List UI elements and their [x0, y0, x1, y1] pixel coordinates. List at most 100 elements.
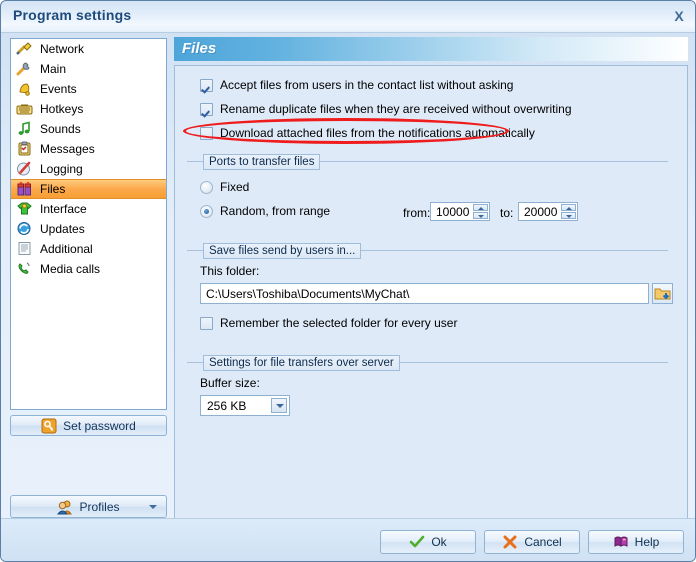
help-button[interactable]: Help [588, 530, 684, 554]
keyboard-icon [16, 101, 34, 117]
group-title-save-files: Save files send by users in... [203, 243, 361, 259]
chevron-down-icon[interactable] [271, 398, 287, 413]
group-divider-left [187, 250, 203, 251]
group-divider-right [340, 250, 668, 251]
wrench-icon [16, 61, 34, 77]
chevron-down-icon [149, 505, 157, 509]
group-divider-right [308, 161, 668, 162]
x-cross-icon [502, 534, 518, 550]
radio-random-range-label: Random, from range [220, 204, 330, 218]
checkbox-rename-duplicates[interactable] [200, 103, 213, 116]
sidebar-item-label: Updates [40, 222, 85, 236]
port-to-stepper[interactable]: 20000 [518, 202, 578, 221]
ok-label: Ok [431, 535, 446, 549]
checkbox-row-rename-duplicates[interactable]: Rename duplicate files when they are rec… [200, 102, 572, 116]
files-settings-panel: Accept files from users in the contact l… [174, 65, 688, 519]
panel-title: Files [182, 40, 216, 57]
checkbox-accept-files[interactable] [200, 79, 213, 92]
to-label: to: [500, 206, 513, 220]
radio-fixed-label: Fixed [220, 180, 249, 194]
group-divider-left [187, 362, 203, 363]
folder-label: This folder: [200, 264, 259, 278]
chevron-down-icon[interactable] [561, 212, 576, 219]
sidebar-item-media-calls[interactable]: Media calls [11, 259, 166, 279]
group-title-ports: Ports to transfer files [203, 154, 320, 170]
checkbox-row-download-attached[interactable]: Download attached files from the notific… [200, 126, 535, 140]
port-from-spin-buttons[interactable] [473, 204, 488, 219]
checkbox-remember-folder[interactable] [200, 317, 213, 330]
radio-row-random-range[interactable]: Random, from range [200, 204, 330, 218]
gift-icon [16, 181, 34, 197]
shirt-icon [16, 201, 34, 217]
network-icon [16, 41, 34, 57]
panel-header: Files [174, 37, 688, 61]
group-title-server-transfers: Settings for file transfers over server [203, 355, 400, 371]
clipboard-icon [16, 141, 34, 157]
sidebar-item-messages[interactable]: Messages [11, 139, 166, 159]
sidebar-item-interface[interactable]: Interface [11, 199, 166, 219]
sidebar-item-events[interactable]: Events [11, 79, 166, 99]
folder-path-value: C:\Users\Toshiba\Documents\MyChat\ [206, 287, 409, 301]
folder-download-icon [653, 284, 672, 303]
browse-folder-button[interactable] [652, 283, 673, 304]
buffer-size-value: 256 KB [207, 399, 246, 413]
window-title: Program settings [13, 7, 131, 23]
group-divider-right [371, 362, 668, 363]
pencil-icon [16, 161, 34, 177]
sidebar-item-label: Logging [40, 162, 83, 176]
key-icon [41, 418, 57, 434]
bell-icon [16, 81, 34, 97]
checkbox-accept-files-label: Accept files from users in the contact l… [220, 78, 513, 92]
port-to-spin-buttons[interactable] [561, 204, 576, 219]
sidebar-item-label: Media calls [40, 262, 100, 276]
radio-random-range[interactable] [200, 205, 213, 218]
refresh-globe-icon [16, 221, 34, 237]
set-password-button[interactable]: Set password [10, 415, 167, 436]
cancel-label: Cancel [524, 535, 561, 549]
help-label: Help [635, 535, 660, 549]
radio-fixed[interactable] [200, 181, 213, 194]
sidebar-item-label: Main [40, 62, 66, 76]
chevron-up-icon[interactable] [473, 204, 488, 211]
close-icon[interactable]: X [671, 8, 687, 24]
chevron-up-icon[interactable] [561, 204, 576, 211]
title-bar: Program settings X [1, 1, 696, 33]
set-password-label: Set password [63, 419, 136, 433]
checkbox-download-attached[interactable] [200, 127, 213, 140]
sidebar-item-main[interactable]: Main [11, 59, 166, 79]
settings-category-list[interactable]: Network Main Events Hotkeys Sounds Messages Lo… [10, 38, 167, 410]
chevron-down-icon[interactable] [473, 212, 488, 219]
document-icon [16, 241, 34, 257]
sidebar-item-label: Sounds [40, 122, 81, 136]
book-icon [613, 534, 629, 550]
checkbox-rename-duplicates-label: Rename duplicate files when they are rec… [220, 102, 572, 116]
radio-row-fixed[interactable]: Fixed [200, 180, 249, 194]
sidebar-item-additional[interactable]: Additional [11, 239, 166, 259]
group-divider-left [187, 161, 203, 162]
sidebar-item-sounds[interactable]: Sounds [11, 119, 166, 139]
profiles-label: Profiles [79, 500, 119, 514]
sidebar-item-label: Events [40, 82, 77, 96]
from-label: from: [403, 206, 430, 220]
sidebar-item-updates[interactable]: Updates [11, 219, 166, 239]
profiles-button[interactable]: Profiles [10, 495, 167, 518]
sidebar-item-label: Additional [40, 242, 93, 256]
sidebar-item-files[interactable]: Files [11, 179, 166, 199]
folder-path-input[interactable]: C:\Users\Toshiba\Documents\MyChat\ [200, 283, 649, 304]
sidebar-item-network[interactable]: Network [11, 39, 166, 59]
ok-button[interactable]: Ok [380, 530, 476, 554]
checkbox-row-remember-folder[interactable]: Remember the selected folder for every u… [200, 316, 457, 330]
cancel-button[interactable]: Cancel [484, 530, 580, 554]
checkbox-download-attached-label: Download attached files from the notific… [220, 126, 535, 140]
sidebar-item-logging[interactable]: Logging [11, 159, 166, 179]
buffer-size-select[interactable]: 256 KB [200, 395, 290, 416]
sidebar-item-label: Messages [40, 142, 95, 156]
phone-icon [16, 261, 34, 277]
checkbox-row-accept-files[interactable]: Accept files from users in the contact l… [200, 78, 513, 92]
sidebar-item-label: Network [40, 42, 84, 56]
port-from-stepper[interactable]: 10000 [430, 202, 490, 221]
sidebar-item-hotkeys[interactable]: Hotkeys [11, 99, 166, 119]
buffer-size-label: Buffer size: [200, 376, 260, 390]
port-from-value: 10000 [431, 205, 469, 219]
checkbox-remember-folder-label: Remember the selected folder for every u… [220, 316, 457, 330]
